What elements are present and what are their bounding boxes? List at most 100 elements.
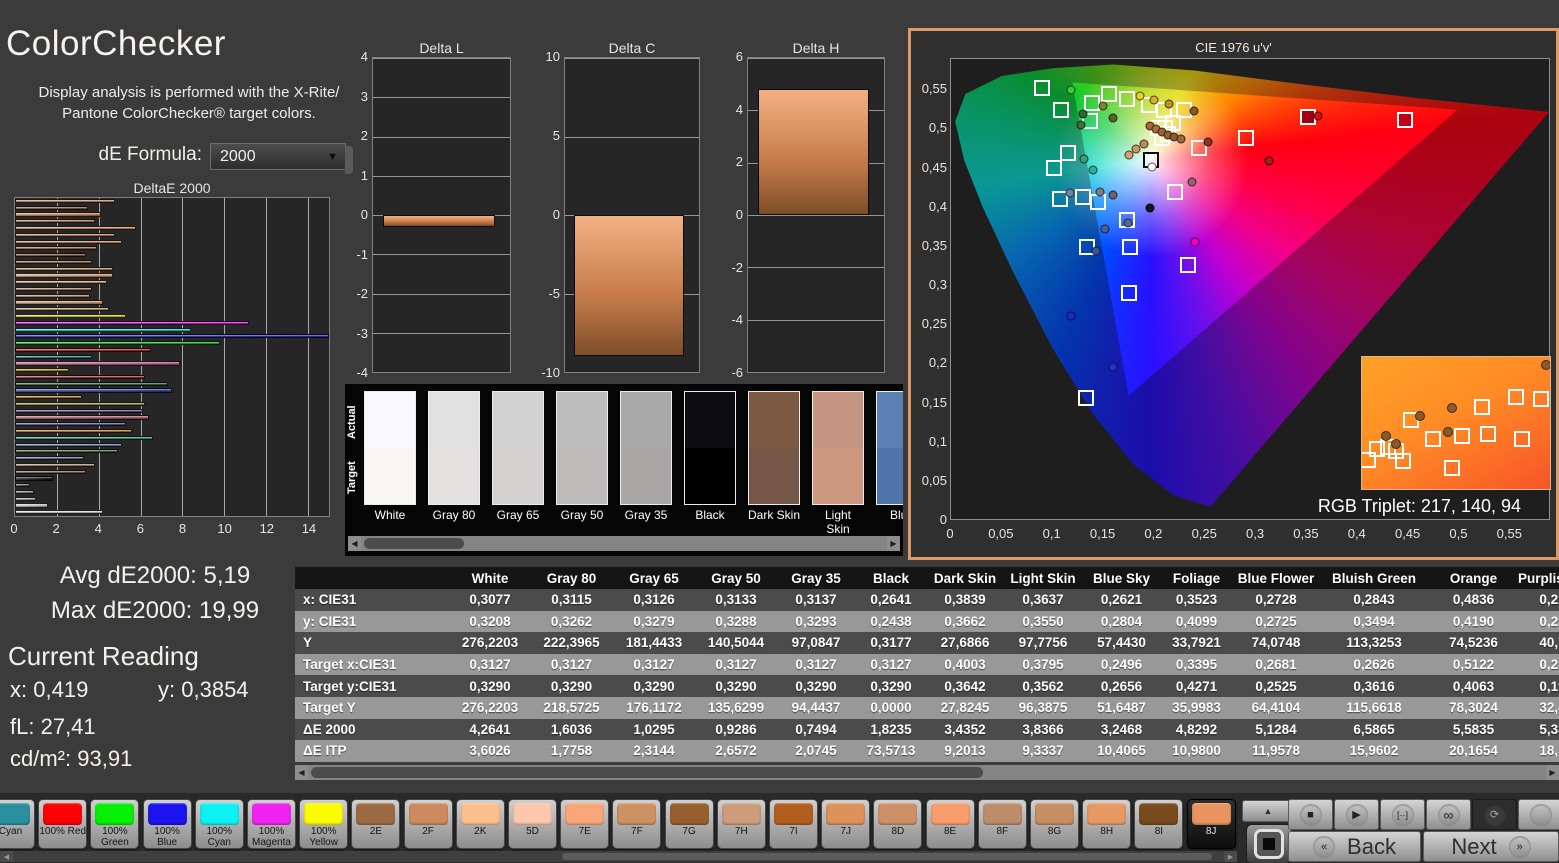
row-label: ΔE 2000 [295,722,450,737]
scroll-right-icon[interactable]: ▶ [1224,851,1237,862]
toolbar-patch-8j[interactable]: 8J [1187,799,1236,849]
target-square [1046,160,1062,176]
toolbar-patch-7g[interactable]: 7G [665,799,714,849]
scroll-left-icon[interactable]: ◀ [0,851,13,862]
table-cell: 0,3115 [530,592,613,607]
toolbar-patch-100-magenta[interactable]: 100% Magenta [247,799,296,849]
table-cell: 0,3177 [855,635,927,650]
toolbar-patch-8d[interactable]: 8D [873,799,922,849]
deltae-bar [15,348,151,352]
toolbar-patch-7f[interactable]: 7F [612,799,661,849]
toolbar-patch-100-green[interactable]: 100% Green [90,799,139,849]
scroll-left-icon[interactable]: ◀ [348,536,361,551]
refresh-button[interactable]: ⟳ [1472,799,1517,830]
table-cell: 0,3137 [777,592,855,607]
infinity-button[interactable]: ∞ [1426,799,1471,830]
toolbar-patch-100-yellow[interactable]: 100% Yellow [299,799,348,849]
measured-point [1088,165,1097,174]
table-cell: 0,2843 [1319,592,1429,607]
inset-target-square [1395,453,1411,469]
scroll-thumb[interactable] [311,767,983,778]
toolbar-patch-7h[interactable]: 7H [717,799,766,849]
cie-y-tick: 0,05 [913,473,947,488]
target-square [1121,285,1137,301]
toolbar-patch-cyan[interactable]: Cyan [0,799,35,849]
cie-x-tick: 0,45 [1392,526,1424,541]
scroll-up-button[interactable]: ▲ [1242,800,1294,822]
table-cell: 57,4430 [1083,635,1160,650]
table-cell: 0,2496 [1083,657,1160,672]
cie-chromaticity-plot: RGB Triplet: 217, 140, 94 [950,58,1550,520]
actual-label: Actual [346,394,360,450]
stop-large-button[interactable] [1246,824,1292,863]
toolbar-patch-100-red[interactable]: 100% Red [38,799,87,849]
toolbar-patch-100-blue[interactable]: 100% Blue [143,799,192,849]
column-header: Orange [1429,571,1518,586]
target-square [1122,239,1138,255]
table-scrollbar[interactable]: ◀▶ [295,765,1559,780]
cie-y-tick: 0,3 [913,277,947,292]
patch-label: 7I [789,826,797,837]
patch-swatch-label: Blue [876,508,903,522]
de-formula-dropdown[interactable]: 2000 ▼ [210,143,346,170]
colorchecker-screen: ColorChecker Display analysis is perform… [0,0,1559,863]
measured-point [1204,138,1213,147]
scroll-left-icon[interactable]: ◀ [295,765,308,780]
table-cell: 0,2264 [1518,614,1559,629]
measured-point [1109,114,1118,123]
blank-button[interactable] [1518,799,1559,830]
deltae-bar [15,246,97,250]
toolbar-patch-8h[interactable]: 8H [1082,799,1131,849]
cie-y-tick: 0,4 [913,199,947,214]
stop-button[interactable]: ■ [1288,799,1333,830]
current-reading-title: Current Reading [8,641,199,672]
toolbar-patch-5d[interactable]: 5D [508,799,557,849]
next-button[interactable]: Next » [1423,831,1559,862]
table-cell: 96,3875 [1003,700,1083,715]
toolbar-scrollbar[interactable]: ◀▶ [0,851,1237,862]
scroll-right-icon[interactable]: ▶ [887,536,900,551]
table-cell: 0,3290 [777,679,855,694]
toolbar-patch-8g[interactable]: 8G [1030,799,1079,849]
toolbar-patch-2f[interactable]: 2F [404,799,453,849]
deltae-bar [15,300,103,304]
scroll-right-icon[interactable]: ▶ [1546,765,1559,780]
table-cell: 74,0748 [1233,635,1319,650]
range-button[interactable]: [··] [1380,799,1425,830]
table-cell: 73,5713 [855,743,927,758]
scroll-thumb[interactable] [364,538,464,549]
mini-chart-title: Delta C [564,40,700,56]
back-button[interactable]: « Back [1288,831,1421,862]
toolbar-patch-7e[interactable]: 7E [560,799,609,849]
swatch-scrollbar[interactable]: ◀▶ [348,536,900,551]
toolbar-patch-8i[interactable]: 8I [1134,799,1183,849]
scroll-thumb[interactable] [562,853,1212,860]
table-cell: 3,6026 [450,743,530,758]
toolbar-patch-8e[interactable]: 8E [926,799,975,849]
toolbar-patch-7i[interactable]: 7I [769,799,818,849]
play-button[interactable]: ▶ [1334,799,1379,830]
toolbar-patch-8f[interactable]: 8F [978,799,1027,849]
table-cell: 0,2656 [1083,679,1160,694]
current-x: x: 0,419 [10,677,88,703]
toolbar-patch-7j[interactable]: 7J [821,799,870,849]
toolbar-patch-2e[interactable]: 2E [351,799,400,849]
patch-color-chip [722,803,761,825]
gridline [373,58,510,59]
chevron-down-icon: ▼ [327,151,345,163]
inset-measured-point [1391,439,1401,449]
inset-target-square [1454,428,1470,444]
gridline [373,97,510,98]
measured-point [1149,96,1158,105]
delta-l-chart [372,57,511,373]
patch-swatch-label: White [364,508,416,522]
patch-color-chip [1087,803,1126,825]
deltae-bar [15,226,136,230]
measured-point [1099,101,1108,110]
table-cell: 0,2681 [1233,657,1319,672]
toolbar-patch-100-cyan[interactable]: 100% Cyan [195,799,244,849]
patch-swatch-label: Black [684,508,736,522]
cie-y-tick: 0,15 [913,395,947,410]
toolbar-patch-2k[interactable]: 2K [456,799,505,849]
measured-point [1125,150,1134,159]
